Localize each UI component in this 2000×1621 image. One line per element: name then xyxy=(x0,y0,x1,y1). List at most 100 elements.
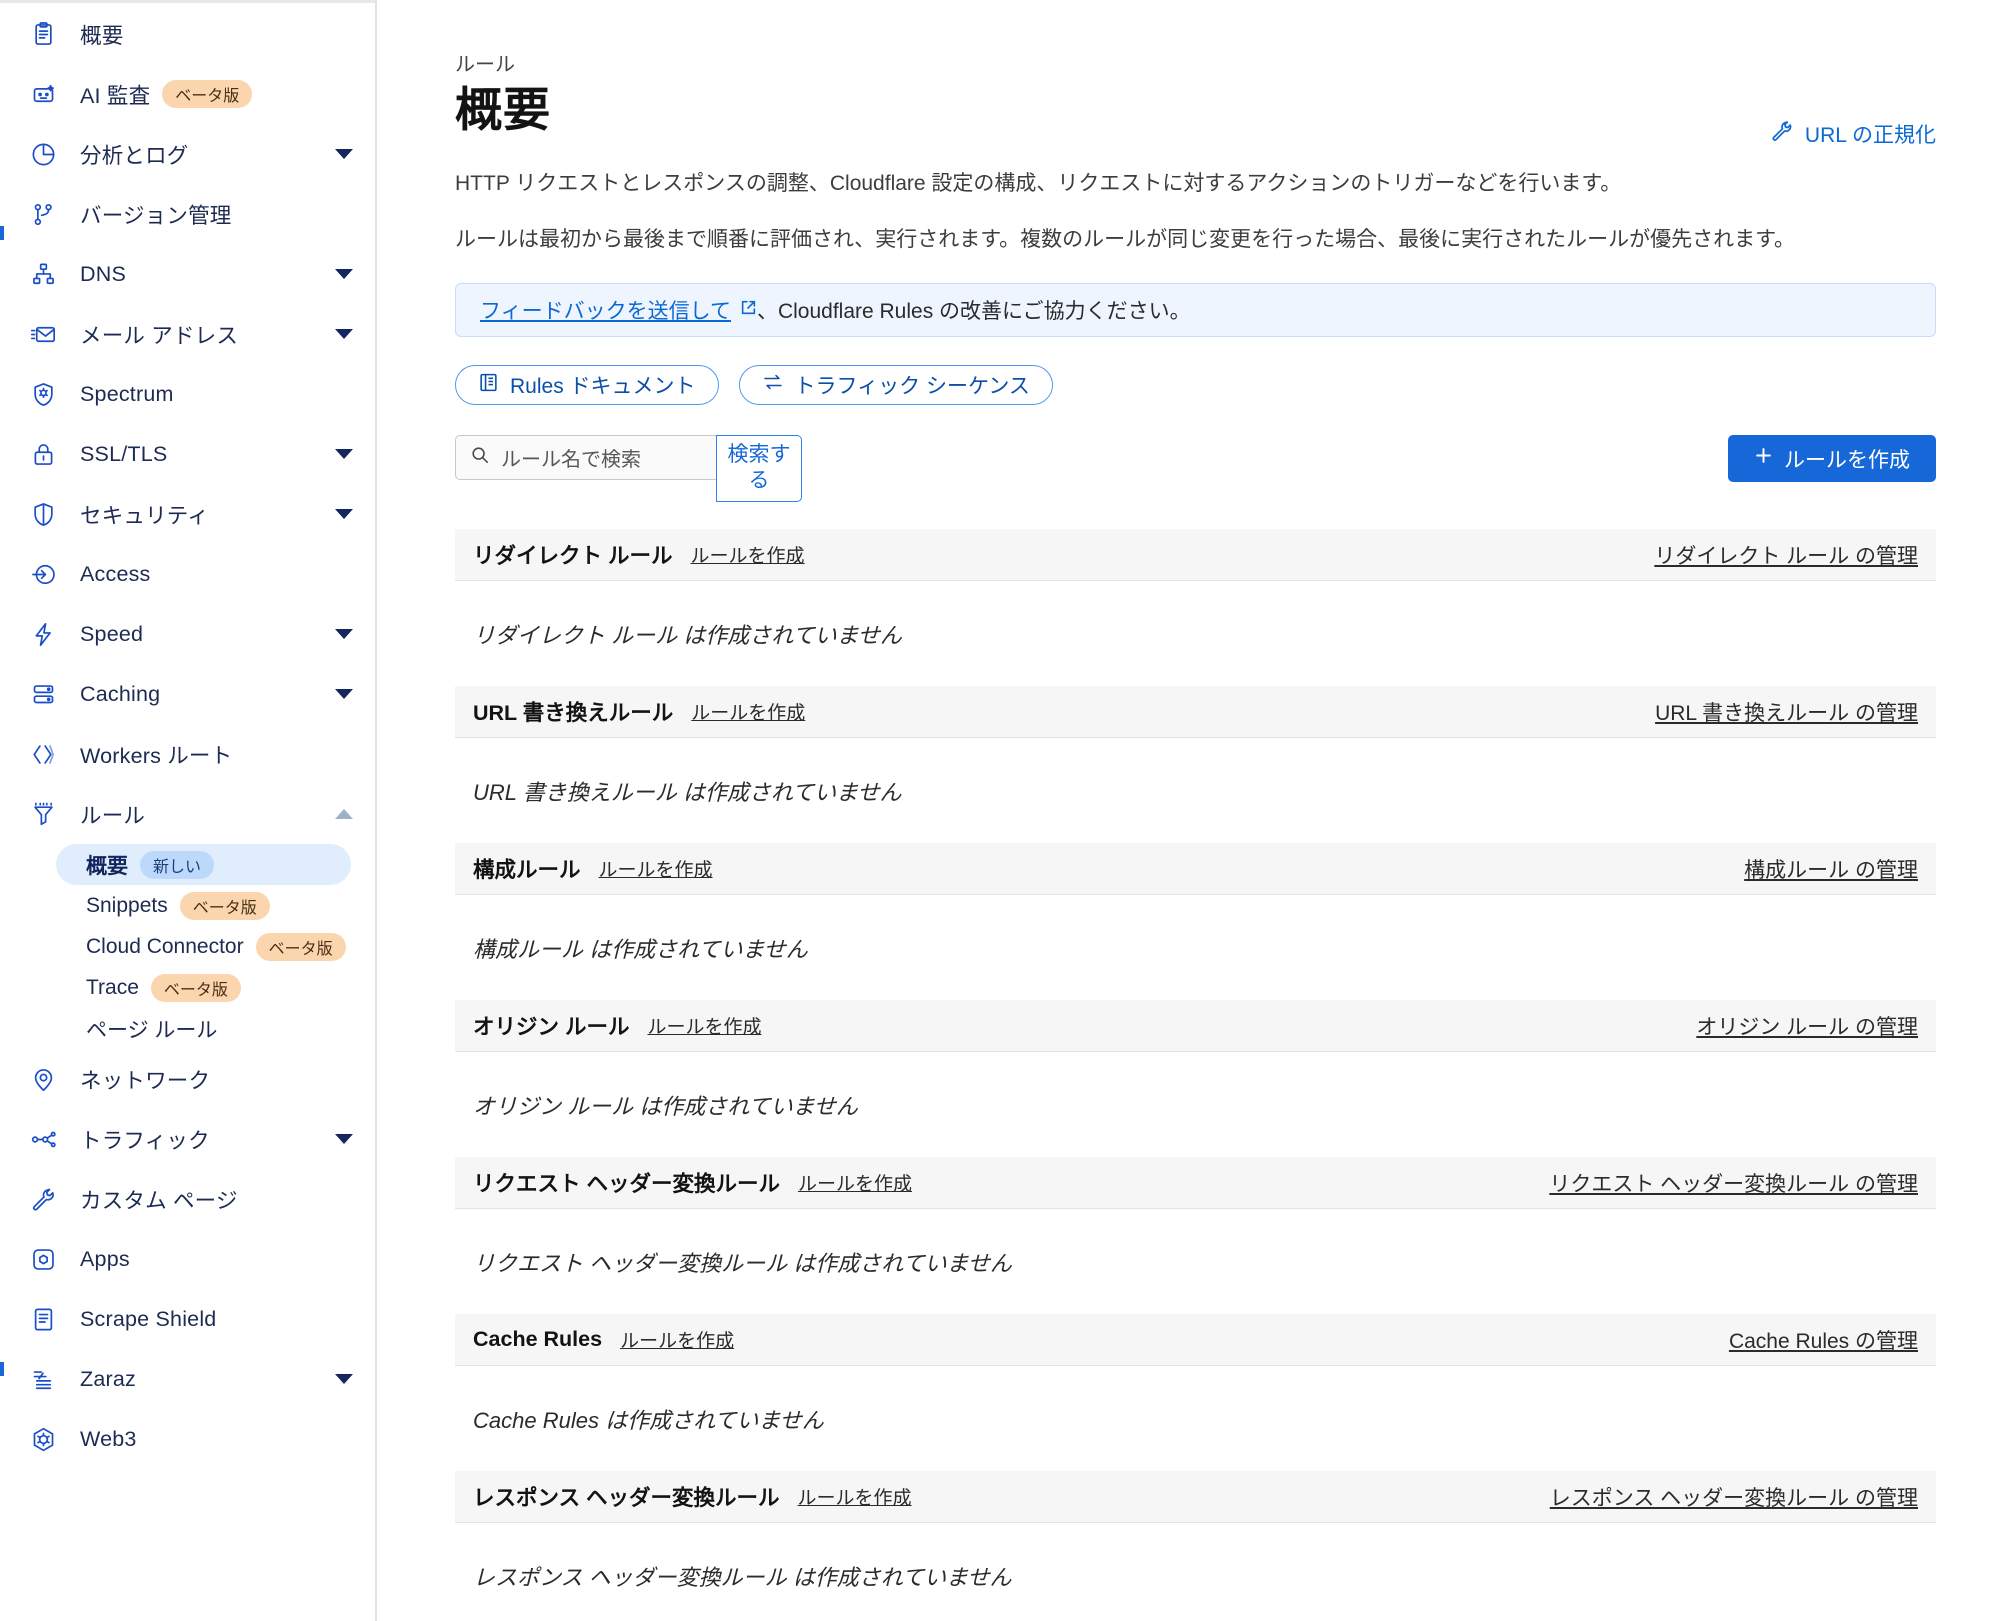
sidebar-item-9[interactable]: Access xyxy=(0,544,375,604)
wrench-icon xyxy=(28,1184,58,1214)
sidebar-item-4[interactable]: DNS xyxy=(0,244,375,304)
create-rule-button[interactable]: ルールを作成 xyxy=(1728,435,1936,482)
sidebar-item-6[interactable]: Spectrum xyxy=(0,364,375,424)
sidebar-item-label: Caching xyxy=(80,681,161,706)
url-normalization-link[interactable]: URL の正規化 xyxy=(1770,119,1936,149)
sidebar-subitem-badge: ベータ版 xyxy=(255,932,346,961)
rule-section-manage-link[interactable]: リダイレクト ルール の管理 xyxy=(1654,540,1918,570)
chevron-up-icon[interactable] xyxy=(335,809,353,819)
chevron-down-icon[interactable] xyxy=(335,149,353,159)
rule-section-manage-link[interactable]: オリジン ルール の管理 xyxy=(1696,1011,1918,1041)
chevron-down-icon[interactable] xyxy=(335,329,353,339)
traffic-sequence-button[interactable]: トラフィック シーケンス xyxy=(738,365,1053,405)
rule-section-manage-link[interactable]: Cache Rules の管理 xyxy=(1729,1325,1918,1355)
chevron-down-icon[interactable] xyxy=(335,449,353,459)
rule-section-create-link[interactable]: ルールを作成 xyxy=(599,855,713,882)
sidebar-item-18[interactable]: Scrape Shield xyxy=(0,1289,375,1349)
security-shield-icon xyxy=(28,499,58,529)
page-description-1: HTTP リクエストとレスポンスの調整、Cloudflare 設定の構成、リクエ… xyxy=(455,172,1622,195)
sidebar-item-0[interactable]: 概要 xyxy=(0,4,375,64)
sidebar-nav-list: 概要 AI 監査 ベータ版 分析とログ バージョン管理 DNS メール アドレス Spectr… xyxy=(0,4,375,1469)
sidebar-subitem-2[interactable]: Cloud Connector ベータ版 xyxy=(56,926,351,967)
rules-docs-button[interactable]: Rules ドキュメント xyxy=(455,365,719,405)
sidebar-item-2[interactable]: 分析とログ xyxy=(0,124,375,184)
sidebar-item-3[interactable]: バージョン管理 xyxy=(0,184,375,244)
page-title-row: 概要 URL の正規化 xyxy=(455,83,1936,149)
sidebar-subitem-1[interactable]: Snippets ベータ版 xyxy=(56,885,351,926)
chevron-down-icon[interactable] xyxy=(335,509,353,519)
sidebar-item-label: カスタム ページ xyxy=(80,1188,238,1213)
workers-code-icon xyxy=(28,739,58,769)
main-content: ルール 概要 URL の正規化 HTTP リクエストとレスポンスの調整、Clou… xyxy=(377,0,2000,1621)
rule-section-create-link[interactable]: ルールを作成 xyxy=(798,1483,912,1510)
rule-section-manage-link[interactable]: レスポンス ヘッダー変換ルール の管理 xyxy=(1550,1482,1918,1512)
lock-icon xyxy=(28,439,58,469)
rules-funnel-icon xyxy=(28,799,58,829)
rule-section-empty-text: 構成ルール は作成されていません xyxy=(473,936,808,962)
rule-section-create-link[interactable]: ルールを作成 xyxy=(798,1169,912,1196)
plus-icon xyxy=(1754,446,1773,471)
sidebar-item-label: Scrape Shield xyxy=(80,1306,217,1331)
sidebar: 概要 AI 監査 ベータ版 分析とログ バージョン管理 DNS メール アドレス Spectr… xyxy=(0,0,377,1621)
rules-docs-label: Rules ドキュメント xyxy=(510,375,696,398)
sidebar-item-17[interactable]: Apps xyxy=(0,1229,375,1289)
search-input[interactable]: ルール名で検索 xyxy=(455,435,717,480)
search-button[interactable]: 検索する xyxy=(716,435,802,503)
sidebar-item-7[interactable]: SSL/TLS xyxy=(0,424,375,484)
feedback-banner-text: 、Cloudflare Rules の改善にご協力ください。 xyxy=(756,300,1191,323)
sidebar-subitem-3[interactable]: Trace ベータ版 xyxy=(56,967,351,1008)
rule-section-header: リダイレクト ルール ルールを作成 リダイレクト ルール の管理 xyxy=(455,529,1936,581)
rule-section-create-link[interactable]: ルールを作成 xyxy=(690,541,804,568)
rule-section-empty-text: リクエスト ヘッダー変換ルール は作成されていません xyxy=(473,1250,1012,1276)
book-icon xyxy=(478,372,499,399)
chevron-down-icon[interactable] xyxy=(335,689,353,699)
sidebar-item-20[interactable]: Web3 xyxy=(0,1409,375,1469)
sidebar-item-label: AI 監査 xyxy=(80,83,151,108)
feedback-banner: フィードバックを送信して 、Cloudflare Rules の改善にご協力くだ… xyxy=(455,283,1936,337)
sidebar-item-label: 概要 xyxy=(80,23,124,48)
sidebar-item-19[interactable]: Zaraz xyxy=(0,1349,375,1409)
chevron-down-icon[interactable] xyxy=(335,269,353,279)
quick-links-row: Rules ドキュメント トラフィック シーケンス xyxy=(455,365,1936,405)
sidebar-item-10[interactable]: Speed xyxy=(0,604,375,664)
rule-section-create-link[interactable]: ルールを作成 xyxy=(691,698,805,725)
chevron-down-icon[interactable] xyxy=(335,1134,353,1144)
sidebar-item-12[interactable]: Workers ルート xyxy=(0,724,375,784)
email-icon xyxy=(28,319,58,349)
rule-section-create-link[interactable]: ルールを作成 xyxy=(647,1012,761,1039)
traffic-sequence-label: トラフィック シーケンス xyxy=(794,375,1030,398)
sidebar-subitem-0[interactable]: 概要 新しい xyxy=(56,844,351,885)
sidebar-item-16[interactable]: カスタム ページ xyxy=(0,1169,375,1229)
sidebar-item-label: Web3 xyxy=(80,1426,137,1451)
rule-section-create-link[interactable]: ルールを作成 xyxy=(620,1326,734,1353)
rule-section-name: リダイレクト ルール xyxy=(473,544,673,568)
chevron-down-icon[interactable] xyxy=(335,629,353,639)
rule-section-name: Cache Rules xyxy=(473,1327,603,1351)
rule-section-manage-link[interactable]: リクエスト ヘッダー変換ルール の管理 xyxy=(1549,1168,1918,1198)
sidebar-subitem-4[interactable]: ページ ルール xyxy=(56,1008,351,1049)
sidebar-subitem-label: Trace xyxy=(86,975,139,999)
feedback-link[interactable]: フィードバックを送信して xyxy=(480,295,757,325)
sidebar-item-label: Access xyxy=(80,561,151,586)
sidebar-item-5[interactable]: メール アドレス xyxy=(0,304,375,364)
sidebar-item-label: Zaraz xyxy=(80,1366,136,1391)
rule-section-manage-link[interactable]: 構成ルール の管理 xyxy=(1744,854,1918,884)
sidebar-item-8[interactable]: セキュリティ xyxy=(0,484,375,544)
clipboard-icon xyxy=(28,19,58,49)
rule-section-empty-state: レスポンス ヘッダー変換ルール は作成されていません xyxy=(455,1523,1936,1621)
caching-stack-icon xyxy=(28,679,58,709)
sidebar-item-label: SSL/TLS xyxy=(80,441,168,466)
chevron-down-icon[interactable] xyxy=(335,1374,353,1384)
sidebar-item-11[interactable]: Caching xyxy=(0,664,375,724)
sidebar-item-15[interactable]: トラフィック xyxy=(0,1109,375,1169)
sidebar-item-14[interactable]: ネットワーク xyxy=(0,1049,375,1109)
sidebar-subitem-badge: 新しい xyxy=(140,850,215,879)
rule-section-empty-text: URL 書き換えルール は作成されていません xyxy=(473,779,902,805)
sidebar-item-label: メール アドレス xyxy=(80,323,239,348)
sidebar-item-1[interactable]: AI 監査 ベータ版 xyxy=(0,64,375,124)
rule-section-header: リクエスト ヘッダー変換ルール ルールを作成 リクエスト ヘッダー変換ルール の管理 xyxy=(455,1157,1936,1209)
rule-section-manage-link[interactable]: URL 書き換えルール の管理 xyxy=(1655,697,1918,727)
sidebar-subitem-label: Snippets xyxy=(86,893,168,917)
zaraz-icon xyxy=(28,1364,58,1394)
sidebar-item-13[interactable]: ルール xyxy=(0,784,375,844)
